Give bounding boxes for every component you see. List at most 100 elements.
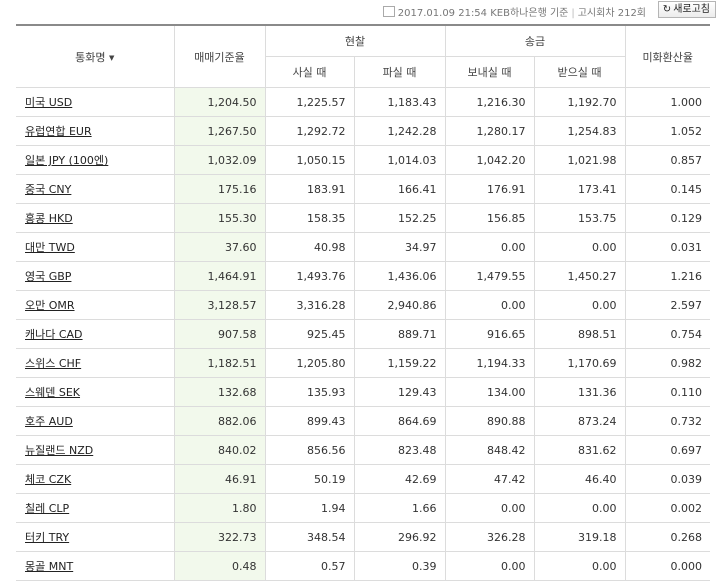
currency-link[interactable]: 영국 GBP	[25, 270, 71, 283]
currency-link[interactable]: 일본 JPY (100엔)	[25, 154, 108, 167]
currency-link[interactable]: 유럽연합 EUR	[25, 125, 92, 138]
currency-link[interactable]: 호주 AUD	[25, 415, 73, 428]
cash-buy-cell: 925.45	[264, 319, 354, 349]
transfer-send-cell: 47.42	[444, 464, 534, 494]
usd-rate-cell: 0.754	[624, 319, 710, 349]
notice-bank: KEB하나은행 기준	[490, 8, 569, 19]
currency-link[interactable]: 뉴질랜드 NZD	[25, 444, 93, 457]
currency-name-cell: 칠레 CLP	[16, 493, 174, 523]
currency-name-cell: 스위스 CHF	[16, 348, 174, 378]
currency-name-cell: 뉴질랜드 NZD	[16, 435, 174, 465]
usd-rate-cell: 0.000	[624, 551, 710, 581]
cash-sell-cell: 1,014.03	[353, 145, 445, 175]
notice-datetime: 2017.01.09 21:54	[397, 8, 488, 19]
currency-link[interactable]: 중국 CNY	[25, 183, 71, 196]
usd-rate-cell: 0.697	[624, 435, 710, 465]
cash-sell-cell: 0.39	[353, 551, 445, 581]
base-rate-cell: 1,182.51	[173, 348, 265, 378]
currency-name-cell: 캐나다 CAD	[16, 319, 174, 349]
base-rate-cell: 0.48	[173, 551, 265, 581]
transfer-send-cell: 1,042.20	[444, 145, 534, 175]
currency-link[interactable]: 오만 OMR	[25, 299, 75, 312]
transfer-receive-cell: 1,170.69	[533, 348, 625, 378]
cash-sell-cell: 1.66	[353, 493, 445, 523]
header-cash-sell: 파실 때	[353, 56, 445, 88]
transfer-receive-cell: 831.62	[533, 435, 625, 465]
transfer-receive-cell: 0.00	[533, 551, 625, 581]
currency-link[interactable]: 스위스 CHF	[25, 357, 81, 370]
cash-buy-cell: 1,292.72	[264, 116, 354, 146]
cash-buy-cell: 135.93	[264, 377, 354, 407]
transfer-send-cell: 0.00	[444, 232, 534, 262]
base-rate-cell: 840.02	[173, 435, 265, 465]
base-rate-cell: 882.06	[173, 406, 265, 436]
transfer-receive-cell: 1,450.27	[533, 261, 625, 291]
transfer-receive-cell: 46.40	[533, 464, 625, 494]
cash-buy-cell: 899.43	[264, 406, 354, 436]
table-row: 중국 CNY 175.16 183.91 166.41 176.91 173.41 0.14…	[16, 174, 710, 204]
cash-buy-cell: 856.56	[264, 435, 354, 465]
table-row: 몽골 MNT 0.48 0.57 0.39 0.00 0.00 0.000	[16, 551, 710, 581]
header-transfer-receive: 받으실 때	[533, 56, 625, 88]
base-rate-cell: 1,204.50	[173, 87, 265, 117]
currency-link[interactable]: 캐나다 CAD	[25, 328, 83, 341]
usd-rate-cell: 0.002	[624, 493, 710, 523]
header-currency[interactable]: 통화명 ▼	[16, 24, 174, 88]
transfer-receive-cell: 873.24	[533, 406, 625, 436]
base-rate-cell: 46.91	[173, 464, 265, 494]
transfer-send-cell: 326.28	[444, 522, 534, 552]
currency-name-cell: 호주 AUD	[16, 406, 174, 436]
usd-rate-cell: 1.000	[624, 87, 710, 117]
transfer-send-cell: 1,194.33	[444, 348, 534, 378]
currency-link[interactable]: 미국 USD	[25, 96, 72, 109]
notice-info: 2017.01.09 21:54 KEB하나은행 기준 | 고시회차 212회	[382, 4, 646, 19]
cash-buy-cell: 1,205.80	[264, 348, 354, 378]
cash-buy-cell: 40.98	[264, 232, 354, 262]
cash-sell-cell: 2,940.86	[353, 290, 445, 320]
currency-link[interactable]: 몽골 MNT	[25, 560, 73, 573]
header-base-rate: 매매기준율	[173, 24, 265, 88]
cash-buy-cell: 1,493.76	[264, 261, 354, 291]
table-row: 스위스 CHF 1,182.51 1,205.80 1,159.22 1,194.33 1…	[16, 348, 710, 378]
currency-name-cell: 터키 TRY	[16, 522, 174, 552]
usd-rate-cell: 0.857	[624, 145, 710, 175]
cash-sell-cell: 1,242.28	[353, 116, 445, 146]
currency-link[interactable]: 체코 CZK	[25, 473, 71, 486]
transfer-send-cell: 156.85	[444, 203, 534, 233]
usd-rate-cell: 0.039	[624, 464, 710, 494]
cash-sell-cell: 34.97	[353, 232, 445, 262]
refresh-button[interactable]: ↻ 새로고침	[657, 1, 716, 18]
currency-link[interactable]: 홍콩 HKD	[25, 212, 73, 225]
usd-rate-cell: 0.129	[624, 203, 710, 233]
table-row: 칠레 CLP 1.80 1.94 1.66 0.00 0.00 0.002	[16, 493, 710, 523]
currency-link[interactable]: 터키 TRY	[25, 531, 69, 544]
table-row: 체코 CZK 46.91 50.19 42.69 47.42 46.40 0.039	[16, 464, 710, 494]
table-row: 미국 USD 1,204.50 1,225.57 1,183.43 1,216.30 1,…	[16, 87, 710, 117]
top-bar: 2017.01.09 21:54 KEB하나은행 기준 | 고시회차 212회 ↻ 새…	[0, 0, 720, 22]
currency-name-cell: 영국 GBP	[16, 261, 174, 291]
base-rate-cell: 1,267.50	[173, 116, 265, 146]
table-row: 캐나다 CAD 907.58 925.45 889.71 916.65 898.51 0.7…	[16, 319, 710, 349]
header-transfer-send: 보내실 때	[444, 56, 534, 88]
cash-sell-cell: 166.41	[353, 174, 445, 204]
currency-name-cell: 몽골 MNT	[16, 551, 174, 581]
base-rate-cell: 155.30	[173, 203, 265, 233]
header-transfer: 송금	[444, 24, 625, 57]
cash-sell-cell: 152.25	[353, 203, 445, 233]
base-rate-cell: 175.16	[173, 174, 265, 204]
currency-link[interactable]: 대만 TWD	[25, 241, 75, 254]
transfer-send-cell: 1,479.55	[444, 261, 534, 291]
cash-buy-cell: 158.35	[264, 203, 354, 233]
table-row: 유럽연합 EUR 1,267.50 1,292.72 1,242.28 1,280.17…	[16, 116, 710, 146]
table-row: 오만 OMR 3,128.57 3,316.28 2,940.86 0.00 0.00 2.…	[16, 290, 710, 320]
currency-link[interactable]: 스웨덴 SEK	[25, 386, 80, 399]
transfer-receive-cell: 1,192.70	[533, 87, 625, 117]
cash-sell-cell: 1,436.06	[353, 261, 445, 291]
currency-name-cell: 홍콩 HKD	[16, 203, 174, 233]
currency-link[interactable]: 칠레 CLP	[25, 502, 69, 515]
refresh-label: 새로고침	[673, 4, 710, 15]
usd-rate-cell: 0.031	[624, 232, 710, 262]
currency-name-cell: 오만 OMR	[16, 290, 174, 320]
cash-sell-cell: 296.92	[353, 522, 445, 552]
cash-buy-cell: 1,050.15	[264, 145, 354, 175]
